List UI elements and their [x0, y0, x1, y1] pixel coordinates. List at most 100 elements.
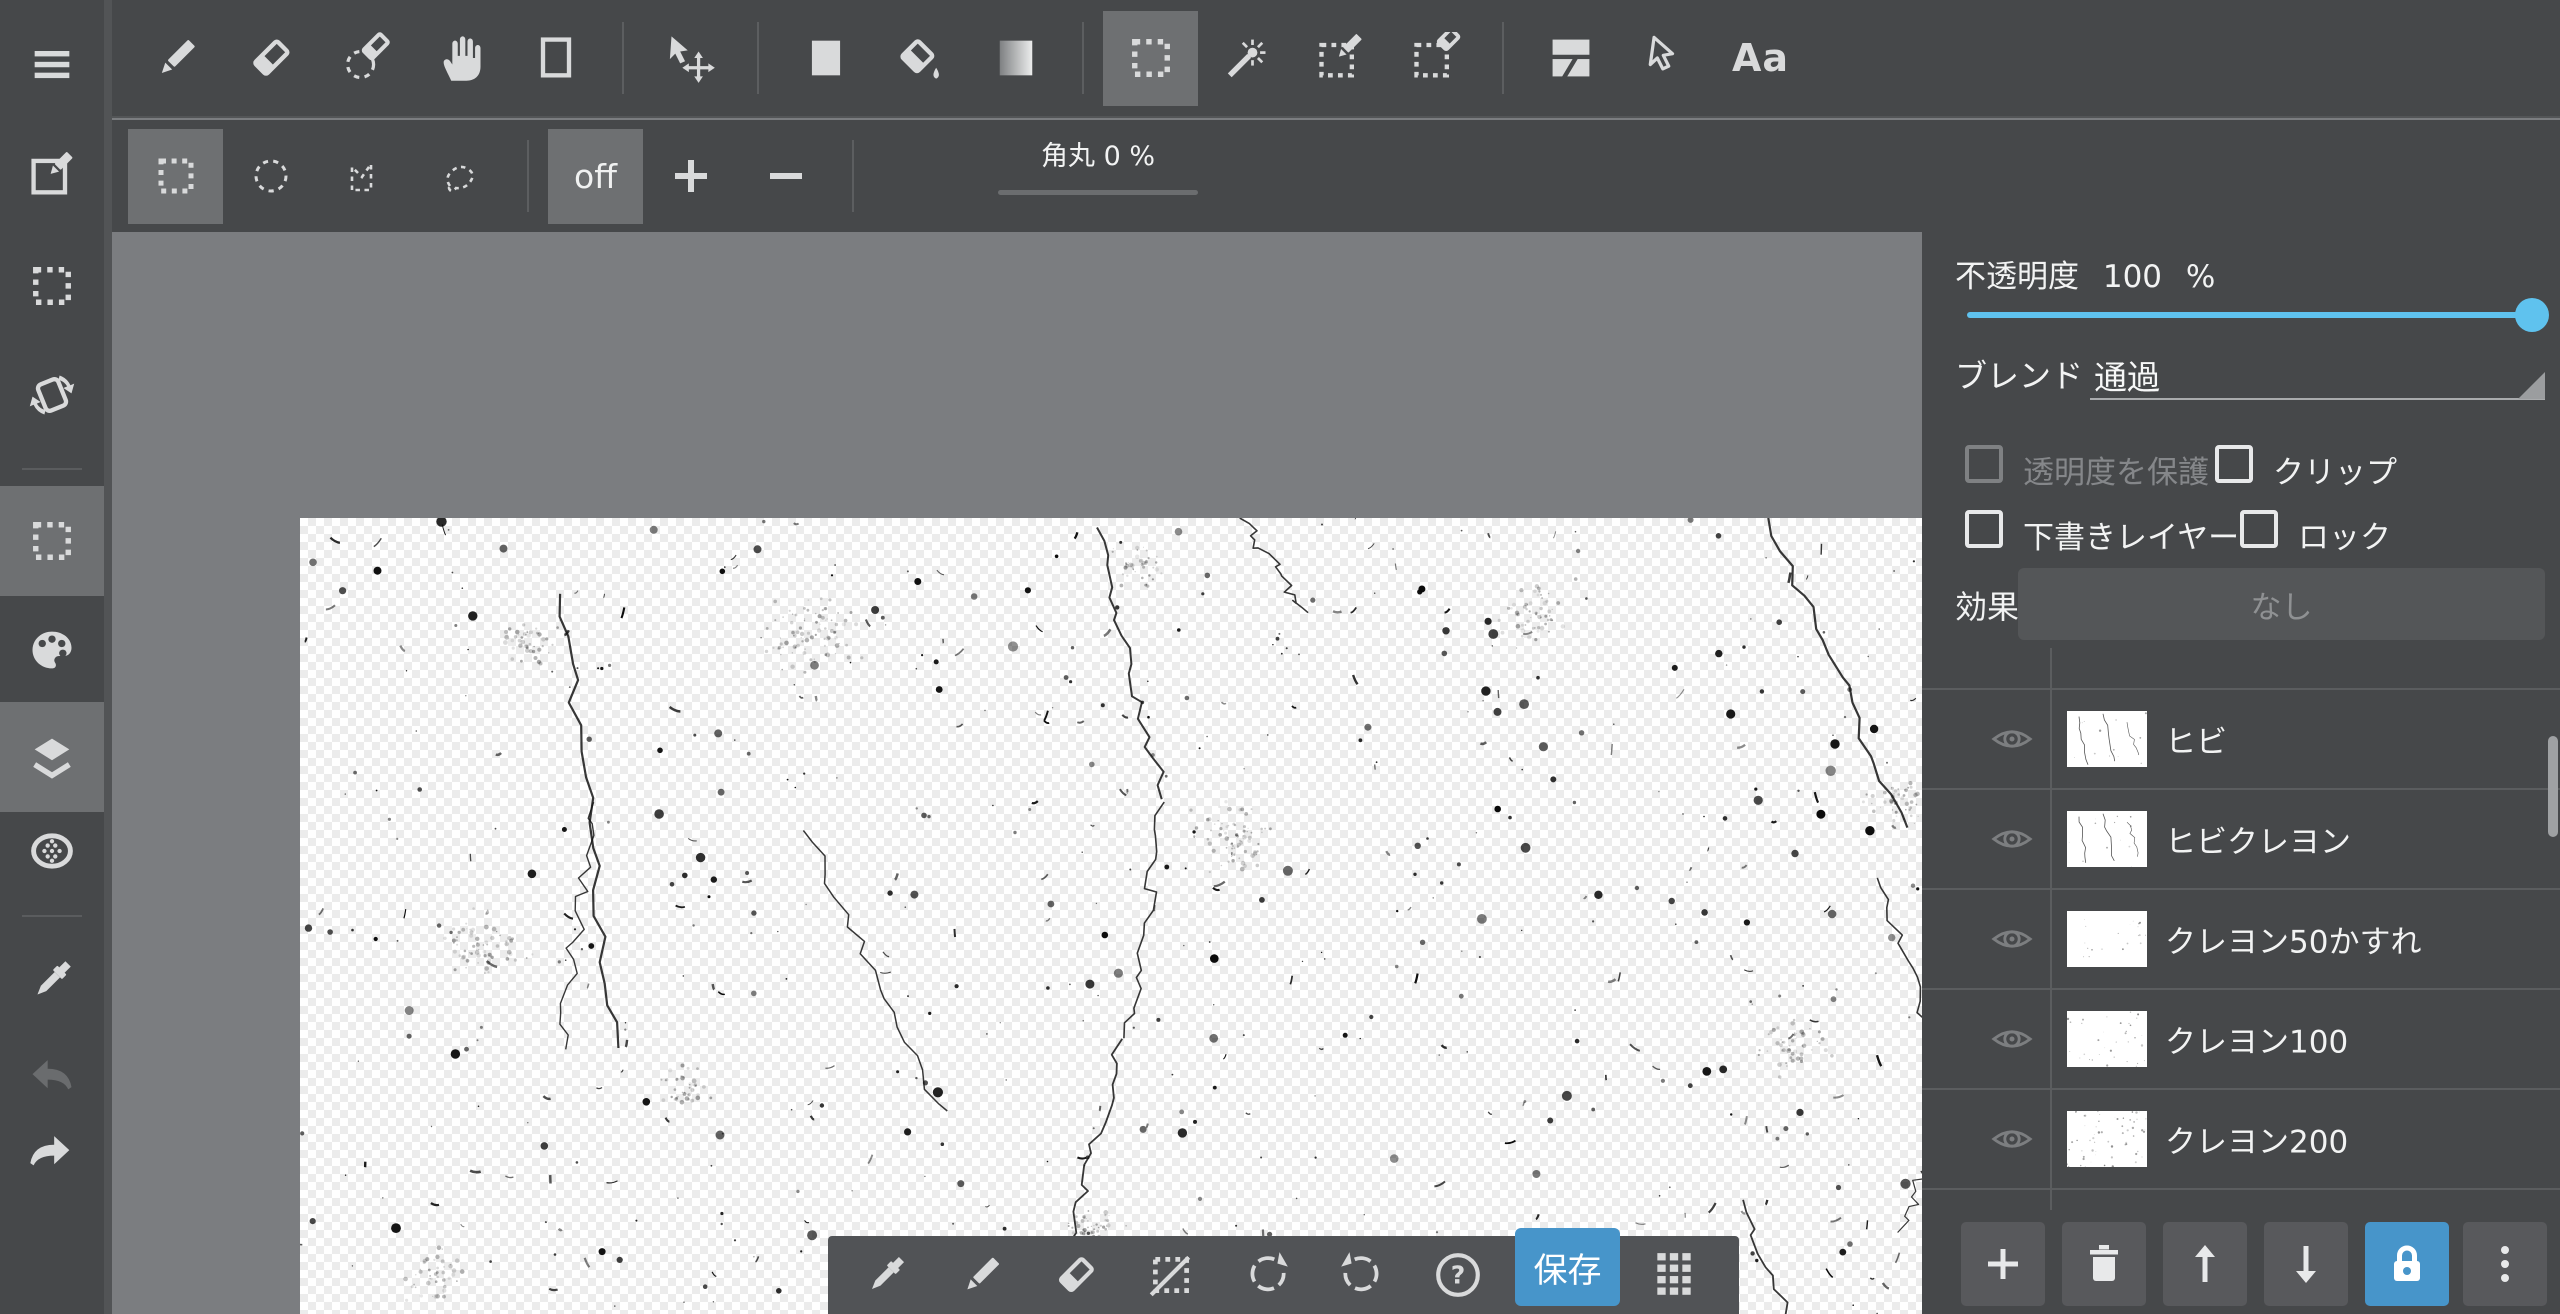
lasso-eraser-tool-icon[interactable] — [318, 11, 413, 106]
frame-tool-icon[interactable] — [508, 11, 603, 106]
draft-layer-label: 下書きレイヤー — [2023, 512, 2239, 557]
marquee-panel-icon[interactable] — [0, 486, 104, 596]
palette-icon[interactable] — [0, 603, 104, 698]
select-menu-icon[interactable] — [0, 239, 104, 334]
hand-tool-icon[interactable] — [413, 11, 508, 106]
eraser-tool-icon[interactable] — [1051, 1250, 1101, 1300]
layer-name: クレヨン100 — [2165, 1017, 2348, 1062]
layers-panel-icon[interactable] — [0, 702, 104, 812]
magic-wand-tool-icon[interactable] — [1198, 11, 1293, 106]
redo-circle-icon[interactable] — [1337, 1250, 1387, 1300]
plus-icon[interactable] — [643, 129, 738, 224]
ellipse-marquee-icon[interactable] — [223, 129, 318, 224]
layer-row[interactable]: クレヨン100 — [1922, 988, 2560, 1088]
add-layer-icon[interactable] — [1961, 1222, 2045, 1306]
edit-canvas-icon[interactable] — [0, 128, 104, 223]
layer-row[interactable]: ヒビ — [1922, 688, 2560, 788]
undo-icon[interactable] — [0, 1101, 104, 1196]
toolbar-divider — [1063, 11, 1103, 106]
rect-marquee-icon[interactable] — [128, 129, 223, 224]
blend-dropdown-icon[interactable] — [2518, 372, 2545, 399]
sidebar-divider — [22, 915, 82, 917]
fill-rect-tool-icon[interactable] — [778, 11, 873, 106]
layer-visibility-eye-icon[interactable] — [1989, 716, 2035, 762]
select-pen-tool-icon[interactable] — [1293, 11, 1388, 106]
corner-radius-label: 角丸 0 % — [1041, 134, 1155, 173]
lasso-marquee-icon[interactable] — [413, 129, 508, 224]
undo-circle-icon[interactable] — [1242, 1250, 1292, 1300]
document-canvas[interactable] — [300, 518, 1978, 1314]
blend-label: ブレンド — [1955, 351, 2083, 397]
off-toggle[interactable]: off — [548, 129, 643, 224]
material-panel-icon[interactable] — [0, 804, 104, 899]
blend-select[interactable]: 通過 — [2094, 351, 2160, 399]
opacity-row: 不透明度 100 % — [1955, 251, 2229, 296]
eyedropper-icon[interactable] — [0, 933, 104, 1028]
checkbox-row-1: 透明度を保護 クリップ — [1922, 445, 2560, 489]
off-toggle-label: off — [574, 157, 617, 196]
more-options-icon[interactable] — [2463, 1222, 2547, 1306]
checkbox-row-2: 下書きレイヤー ロック — [1922, 510, 2560, 554]
lock-checkbox[interactable] — [2240, 510, 2278, 548]
gradient-tool-icon[interactable] — [968, 11, 1063, 106]
bucket-tool-icon — [895, 32, 947, 84]
text-tool-icon[interactable]: Aa — [1713, 11, 1808, 106]
divide-frame-tool-icon[interactable] — [1523, 11, 1618, 106]
eyedropper-icon[interactable] — [861, 1250, 911, 1300]
layer-row-divider — [2050, 648, 2052, 688]
layer-row-divider — [2050, 690, 2052, 788]
lock-layer-icon[interactable] — [2365, 1222, 2449, 1306]
layer-row[interactable]: クレヨン200 — [1922, 1088, 2560, 1188]
minus-icon[interactable] — [738, 129, 833, 224]
grid-materials-icon[interactable] — [1649, 1250, 1699, 1300]
pen-tool-icon[interactable] — [956, 1250, 1006, 1300]
deselect-icon[interactable] — [1146, 1250, 1196, 1300]
cursor-tool-icon[interactable] — [1618, 11, 1713, 106]
sidebar-divider — [22, 468, 82, 470]
undo-icon — [26, 1122, 78, 1174]
opacity-slider[interactable] — [1967, 312, 2545, 318]
layer-visibility-eye-icon[interactable] — [1989, 816, 2035, 862]
layer-visibility-eye-icon[interactable] — [1989, 1016, 2035, 1062]
layer-list-scrollbar[interactable] — [2548, 736, 2558, 837]
layer-row[interactable]: クレヨン50かすれ — [1922, 888, 2560, 988]
eraser-tool-icon — [245, 32, 297, 84]
eraser-tool-icon — [1051, 1250, 1101, 1300]
blend-select-underline — [2090, 398, 2545, 400]
marquee-select-tool-icon — [1125, 32, 1177, 84]
hand-tool-icon — [435, 32, 487, 84]
polygon-marquee-icon[interactable] — [318, 129, 413, 224]
layer-up-icon[interactable] — [2163, 1222, 2247, 1306]
redo-circle-icon — [1337, 1250, 1387, 1300]
layer-down-icon[interactable] — [2264, 1222, 2348, 1306]
ellipse-marquee-icon — [247, 152, 295, 200]
draft-layer-checkbox[interactable] — [1965, 510, 2003, 548]
layer-visibility-eye-icon[interactable] — [1989, 1116, 2035, 1162]
select-eraser-tool-icon[interactable] — [1388, 11, 1483, 106]
layer-visibility-eye-icon[interactable] — [1989, 916, 2035, 962]
pen-tool-icon[interactable] — [128, 11, 223, 106]
move-tool-icon[interactable] — [643, 11, 738, 106]
clip-checkbox[interactable] — [2215, 445, 2253, 483]
rotate-canvas-icon[interactable] — [0, 348, 104, 443]
delete-layer-icon[interactable] — [2062, 1222, 2146, 1306]
menu-icon[interactable] — [0, 17, 104, 112]
bucket-tool-icon[interactable] — [873, 11, 968, 106]
save-button[interactable]: 保存 — [1515, 1228, 1620, 1306]
layer-row[interactable]: ヒビクレヨン — [1922, 788, 2560, 888]
frame-tool-icon — [530, 32, 582, 84]
effect-select[interactable]: なし — [2018, 568, 2545, 640]
opacity-slider-knob[interactable] — [2515, 298, 2549, 332]
opacity-unit: % — [2186, 259, 2215, 295]
toolbar-divider — [508, 129, 548, 224]
eraser-tool-icon[interactable] — [223, 11, 318, 106]
marquee-select-tool-icon[interactable] — [1103, 11, 1198, 106]
more-options-icon — [2481, 1240, 2529, 1288]
canvas-workspace — [112, 232, 1922, 1314]
layer-row-divider — [2050, 890, 2052, 988]
corner-radius-slider[interactable] — [998, 190, 1198, 195]
toolbar-divider — [1483, 11, 1523, 106]
toolbar-divider — [603, 11, 643, 106]
help-icon[interactable]: ? — [1433, 1250, 1483, 1300]
protect-alpha-checkbox[interactable] — [1965, 445, 2003, 483]
